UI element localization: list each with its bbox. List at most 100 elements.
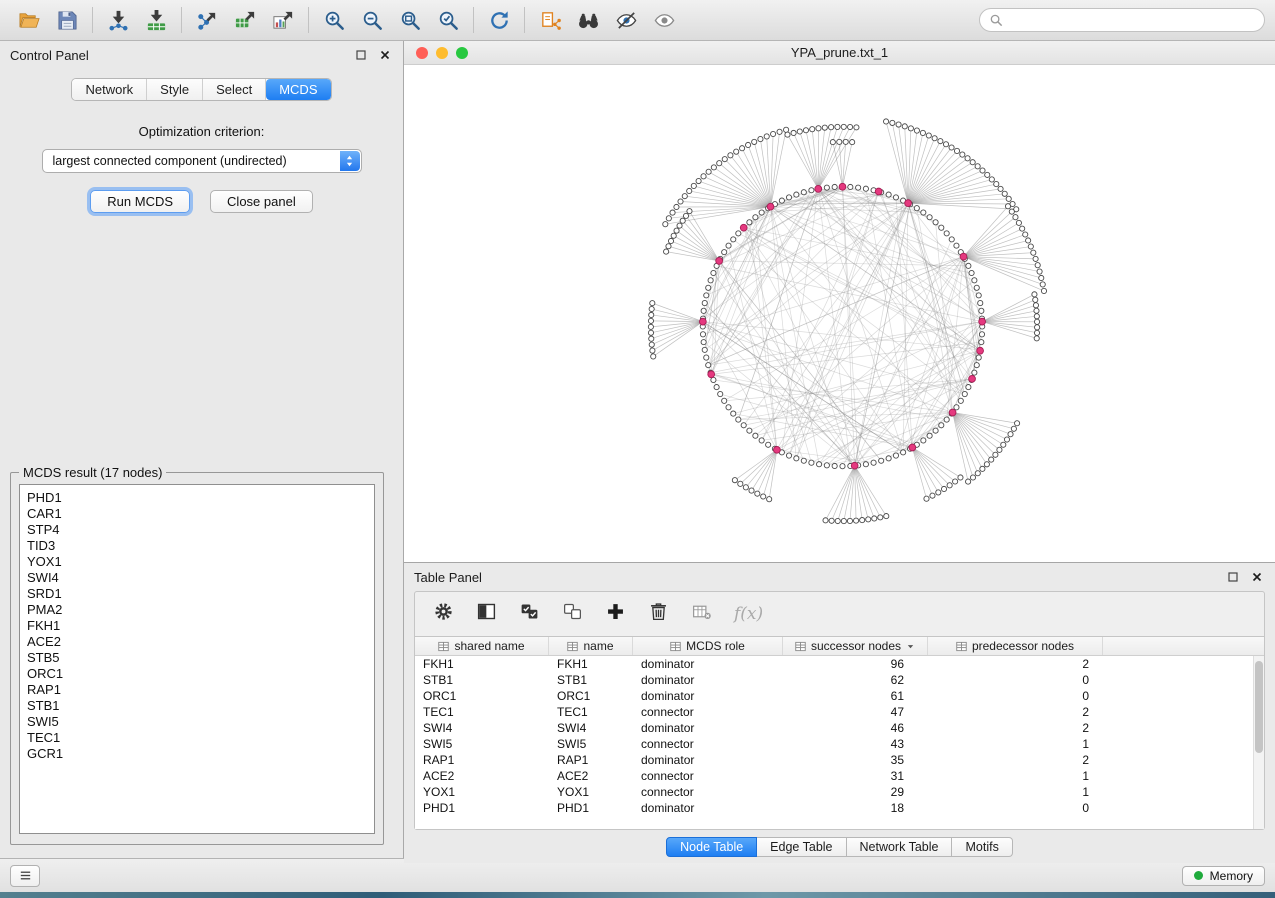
leaf-node[interactable] — [797, 129, 802, 134]
ring-node[interactable] — [954, 405, 959, 410]
leaf-node[interactable] — [728, 153, 733, 158]
leaf-node[interactable] — [745, 142, 750, 147]
ring-node[interactable] — [939, 225, 944, 230]
table-row[interactable]: TEC1TEC1connector472 — [415, 704, 1264, 720]
ring-node[interactable] — [886, 192, 891, 197]
mcds-hub-node[interactable] — [960, 253, 967, 260]
ring-node[interactable] — [736, 417, 741, 422]
leaf-node[interactable] — [823, 518, 828, 523]
leaf-node[interactable] — [680, 218, 685, 223]
search-box[interactable] — [979, 8, 1265, 32]
ring-node[interactable] — [933, 220, 938, 225]
leaf-node[interactable] — [966, 479, 971, 484]
delete-column-button[interactable] — [648, 601, 669, 627]
ring-node[interactable] — [863, 462, 868, 467]
ring-node[interactable] — [966, 385, 971, 390]
leaf-node[interactable] — [682, 194, 687, 199]
tab-network-table[interactable]: Network Table — [847, 837, 953, 857]
scrollbar-thumb[interactable] — [1255, 661, 1263, 753]
table-row[interactable]: YOX1YOX1connector291 — [415, 784, 1264, 800]
ring-node[interactable] — [753, 215, 758, 220]
mcds-result-list[interactable]: PHD1CAR1STP4TID3YOX1SWI4SRD1PMA2FKH1ACE2… — [19, 484, 375, 834]
leaf-node[interactable] — [1037, 269, 1042, 274]
leaf-node[interactable] — [837, 139, 842, 144]
tab-node-table[interactable]: Node Table — [666, 837, 757, 857]
show-graphics-button[interactable] — [645, 5, 683, 35]
leaf-node[interactable] — [1034, 319, 1039, 324]
mcds-hub-node[interactable] — [815, 185, 822, 192]
ring-node[interactable] — [702, 300, 707, 305]
leaf-node[interactable] — [989, 457, 994, 462]
leaf-node[interactable] — [649, 342, 654, 347]
leaf-node[interactable] — [1013, 215, 1018, 220]
import-network-button[interactable] — [99, 5, 137, 35]
export-image-button[interactable] — [264, 5, 302, 35]
leaf-node[interactable] — [958, 475, 963, 480]
ring-node[interactable] — [786, 195, 791, 200]
leaf-node[interactable] — [664, 249, 669, 254]
leaf-node[interactable] — [829, 518, 834, 523]
ring-node[interactable] — [972, 370, 977, 375]
ring-node[interactable] — [711, 377, 716, 382]
mcds-node-item[interactable]: TEC1 — [27, 730, 374, 746]
mcds-hub-node[interactable] — [905, 200, 912, 207]
leaf-node[interactable] — [734, 149, 739, 154]
search-input[interactable] — [1010, 13, 1255, 27]
ring-node[interactable] — [958, 398, 963, 403]
leaf-node[interactable] — [908, 126, 913, 131]
leaf-node[interactable] — [1035, 325, 1040, 330]
mcds-node-item[interactable]: GCR1 — [27, 746, 374, 762]
leaf-node[interactable] — [850, 140, 855, 145]
ring-node[interactable] — [816, 462, 821, 467]
mcds-node-item[interactable]: STP4 — [27, 522, 374, 538]
task-history-button[interactable] — [10, 865, 40, 887]
ring-node[interactable] — [979, 308, 984, 313]
table-settings-button[interactable] — [433, 601, 454, 627]
table-row[interactable]: ACE2ACE2connector311 — [415, 768, 1264, 784]
leaf-node[interactable] — [980, 466, 985, 471]
mcds-hub-node[interactable] — [699, 318, 706, 325]
ring-node[interactable] — [893, 453, 898, 458]
float-panel-button[interactable] — [352, 47, 369, 64]
leaf-node[interactable] — [755, 491, 760, 496]
mcds-hub-node[interactable] — [977, 347, 984, 354]
ring-node[interactable] — [704, 355, 709, 360]
ring-node[interactable] — [901, 450, 906, 455]
ring-node[interactable] — [856, 185, 861, 190]
toggle-graphics-button[interactable] — [607, 5, 645, 35]
mcds-node-item[interactable]: TID3 — [27, 538, 374, 554]
leaf-node[interactable] — [841, 124, 846, 129]
tab-style[interactable]: Style — [147, 79, 203, 100]
close-panel-button[interactable] — [376, 47, 393, 64]
ring-node[interactable] — [976, 355, 981, 360]
leaf-node[interactable] — [648, 324, 653, 329]
leaf-node[interactable] — [1041, 288, 1046, 293]
leaf-node[interactable] — [854, 125, 859, 130]
ring-node[interactable] — [731, 237, 736, 242]
leaf-node[interactable] — [1032, 292, 1037, 297]
ring-node[interactable] — [848, 184, 853, 189]
table-row[interactable]: FKH1FKH1dominator962 — [415, 656, 1264, 672]
table-row[interactable]: PHD1PHD1dominator180 — [415, 800, 1264, 816]
leaf-node[interactable] — [936, 490, 941, 495]
ring-node[interactable] — [801, 458, 806, 463]
leaf-node[interactable] — [752, 139, 757, 144]
leaf-node[interactable] — [743, 485, 748, 490]
leaf-node[interactable] — [975, 471, 980, 476]
mcds-hub-node[interactable] — [740, 224, 747, 231]
ring-node[interactable] — [766, 442, 771, 447]
leaf-node[interactable] — [1014, 421, 1019, 426]
leaf-node[interactable] — [1034, 308, 1039, 313]
ring-node[interactable] — [927, 215, 932, 220]
leaf-node[interactable] — [767, 497, 772, 502]
table-row[interactable]: ORC1ORC1dominator610 — [415, 688, 1264, 704]
leaf-node[interactable] — [650, 301, 655, 306]
mcds-node-item[interactable]: ACE2 — [27, 634, 374, 650]
leaf-node[interactable] — [970, 475, 975, 480]
mcds-node-item[interactable]: SRD1 — [27, 586, 374, 602]
leaf-node[interactable] — [949, 145, 954, 150]
ring-node[interactable] — [809, 188, 814, 193]
deselect-all-button[interactable] — [562, 601, 583, 627]
leaf-node[interactable] — [749, 488, 754, 493]
share-document-button[interactable] — [531, 5, 569, 35]
